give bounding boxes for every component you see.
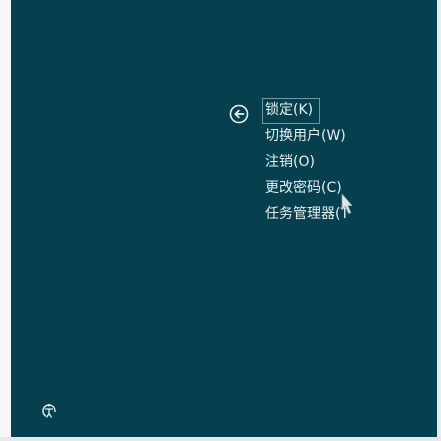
arrow-left-circle-icon [229, 104, 249, 124]
ease-of-access-button[interactable] [40, 402, 58, 420]
window-bottom-edge [0, 437, 441, 441]
back-button[interactable] [229, 104, 249, 124]
window-right-edge [437, 0, 441, 441]
menu-item-sign-out[interactable]: 注销(O) [262, 150, 372, 176]
options-menu: 锁定(K) 切换用户(W) 注销(O) 更改密码(C) 任务管理器(T [262, 98, 372, 228]
ease-of-access-icon [42, 403, 56, 418]
menu-item-lock[interactable]: 锁定(K) [262, 98, 320, 124]
mouse-pointer-icon [341, 193, 353, 215]
menu-item-switch-user[interactable]: 切换用户(W) [262, 124, 372, 150]
menu-item-change-password[interactable]: 更改密码(C) [262, 176, 372, 202]
window-left-edge [0, 0, 11, 441]
secure-attention-screen [11, 0, 441, 441]
